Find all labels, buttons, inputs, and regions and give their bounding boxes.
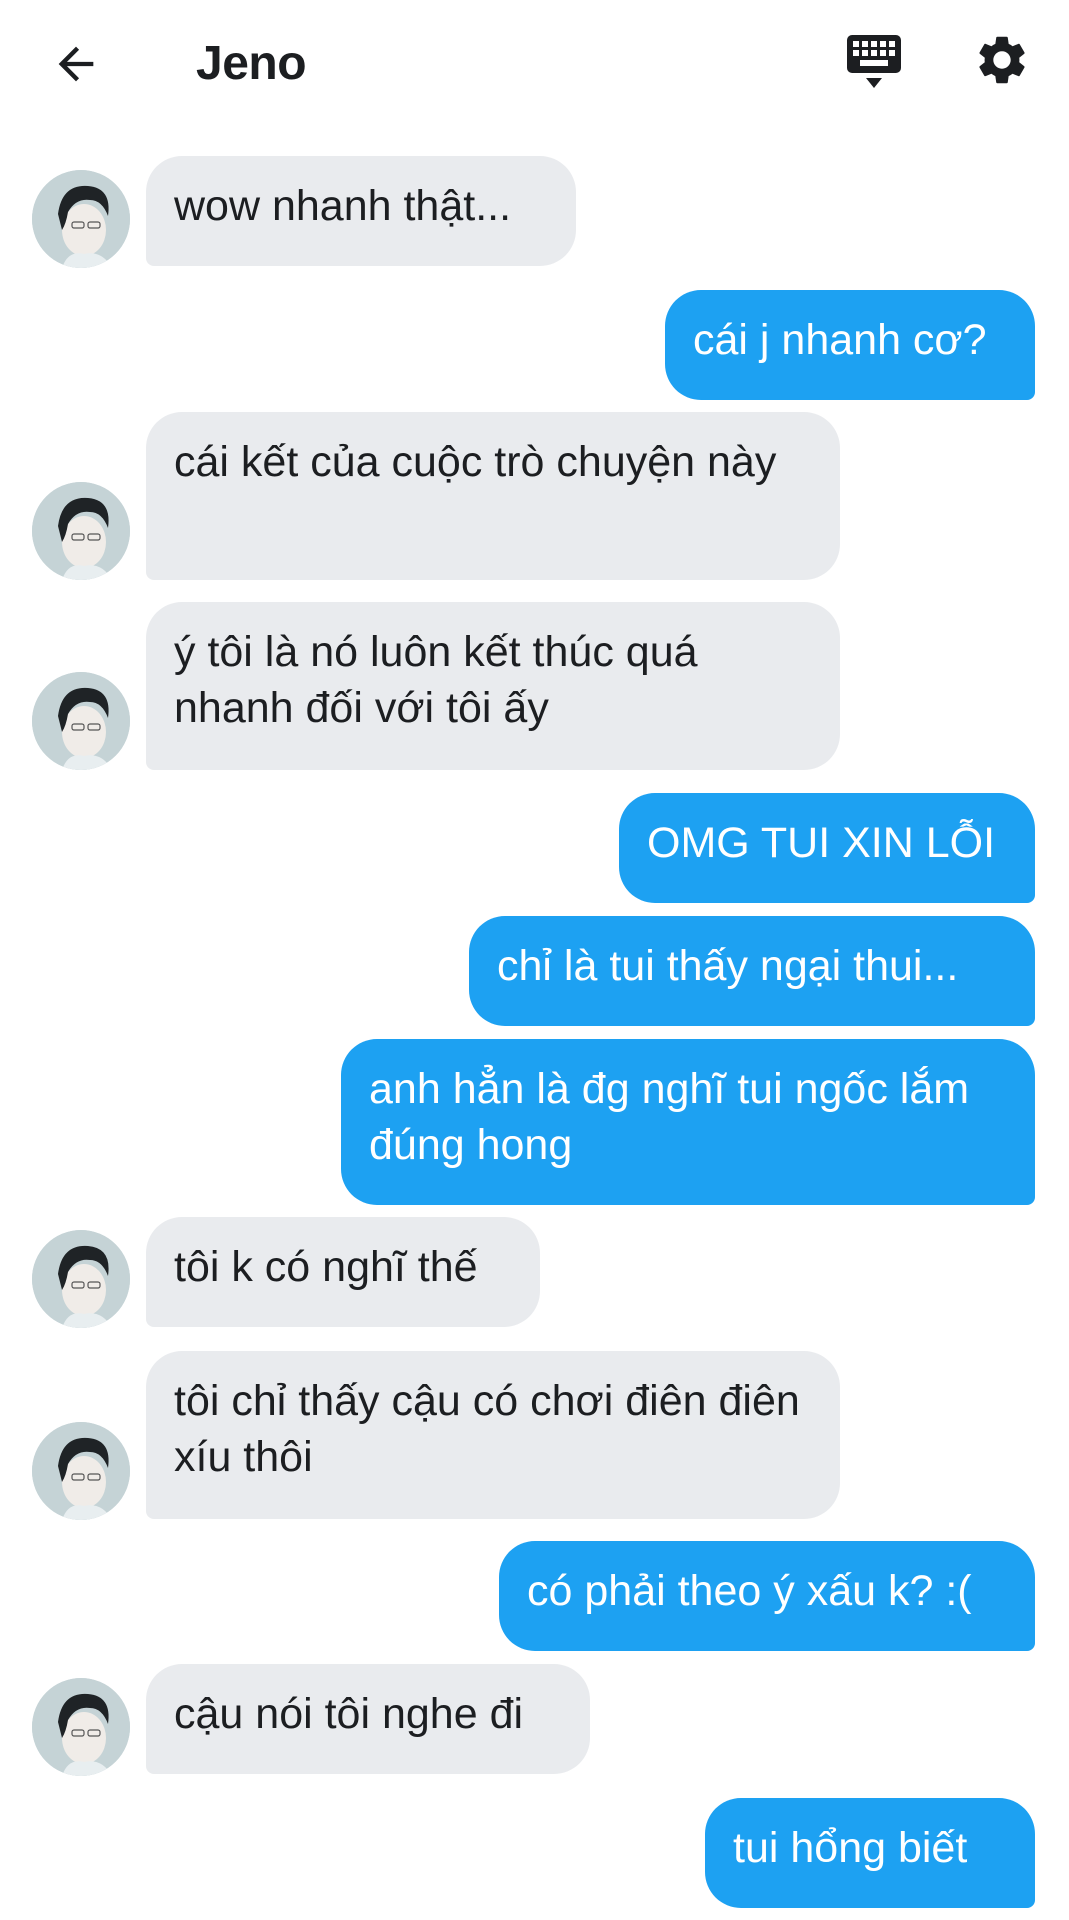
message-text: chỉ là tui thấy ngại thui... (497, 942, 959, 990)
message-text: tôi k có nghĩ thế (174, 1243, 478, 1291)
avatar[interactable] (32, 170, 130, 268)
avatar-icon (32, 482, 130, 580)
contact-name: Jeno (196, 37, 307, 90)
outgoing-message[interactable]: anh hẳn là đg nghĩ tui ngốc lắm đúng hon… (341, 1039, 1035, 1205)
back-button[interactable] (44, 32, 108, 96)
incoming-message[interactable]: wow nhanh thật... (146, 156, 576, 266)
message-text: cái kết của cuộc trò chuyện này (174, 438, 777, 486)
keyboard-icon (847, 35, 901, 88)
avatar[interactable] (32, 1422, 130, 1520)
keyboard-button[interactable] (842, 30, 906, 94)
avatar-icon (32, 1422, 130, 1520)
incoming-message[interactable]: tôi k có nghĩ thế (146, 1217, 540, 1327)
outgoing-message[interactable]: tui hổng biết (705, 1798, 1035, 1908)
avatar-icon (32, 1678, 130, 1776)
message-text: wow nhanh thật... (174, 182, 512, 230)
avatar[interactable] (32, 1230, 130, 1328)
avatar-icon (32, 672, 130, 770)
outgoing-message[interactable]: có phải theo ý xấu k? :( (499, 1541, 1035, 1651)
arrow-left-icon (58, 46, 94, 82)
message-text: ý tôi là nó luôn kết thúc quá nhanh đối … (174, 628, 698, 732)
outgoing-message[interactable]: OMG TUI XIN LỖI (619, 793, 1035, 903)
incoming-message[interactable]: cậu nói tôi nghe đi (146, 1664, 590, 1774)
avatar[interactable] (32, 1678, 130, 1776)
avatar-icon (32, 1230, 130, 1328)
incoming-message[interactable]: tôi chỉ thấy cậu có chơi điên điên xíu t… (146, 1351, 840, 1519)
avatar[interactable] (32, 482, 130, 580)
incoming-message[interactable]: ý tôi là nó luôn kết thúc quá nhanh đối … (146, 602, 840, 770)
chat-header: Jeno (0, 0, 1069, 130)
avatar[interactable] (32, 672, 130, 770)
settings-button[interactable] (970, 28, 1034, 92)
message-text: anh hẳn là đg nghĩ tui ngốc lắm đúng hon… (369, 1065, 970, 1169)
outgoing-message[interactable]: cái j nhanh cơ? (665, 290, 1035, 400)
message-text: cái j nhanh cơ? (693, 316, 987, 364)
message-text: cậu nói tôi nghe đi (174, 1690, 524, 1738)
incoming-message[interactable]: cái kết của cuộc trò chuyện này (146, 412, 840, 580)
message-text: tui hổng biết (733, 1824, 968, 1872)
outgoing-message[interactable]: chỉ là tui thấy ngại thui... (469, 916, 1035, 1026)
gear-icon (979, 36, 1025, 84)
message-text: có phải theo ý xấu k? :( (527, 1567, 972, 1615)
message-text: tôi chỉ thấy cậu có chơi điên điên xíu t… (174, 1377, 800, 1481)
avatar-icon (32, 170, 130, 268)
message-text: OMG TUI XIN LỖI (647, 819, 996, 867)
